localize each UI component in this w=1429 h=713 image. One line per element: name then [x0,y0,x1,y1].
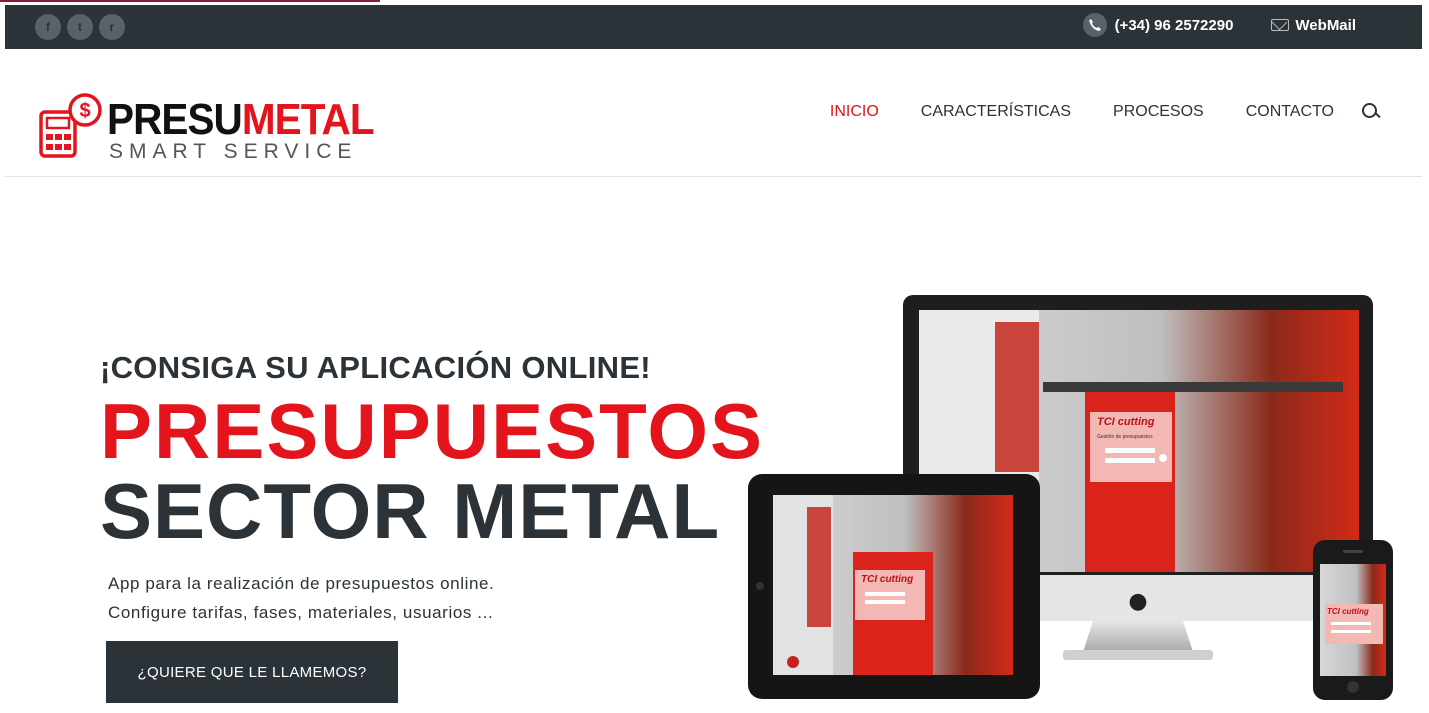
rss-icon[interactable]: r [99,14,125,40]
screen-brand-ipad: TCI cutting [861,574,913,585]
mail-icon [1271,19,1290,31]
svg-text:$: $ [79,100,90,122]
site-header: $ PRESUMETAL SMART SERVICE INICIO CARACT… [5,49,1422,177]
top-accent-line [0,0,380,2]
hero-title-line1: PRESUPUESTOS [100,387,765,475]
phone-icon [1082,13,1107,37]
nav-item-inicio[interactable]: INICIO [830,103,879,121]
nav-item-procesos[interactable]: PROCESOS [1113,103,1204,121]
hero-description-line1: App para la realización de presupuestos … [108,574,495,593]
contact-info: (+34) 96 2572290 WebMail [1082,13,1356,37]
main-nav: INICIO CARACTERÍSTICAS PROCESOS CONTACTO [788,101,1382,123]
phone-number[interactable]: (+34) 96 2572290 [1115,17,1234,34]
hero-description: App para la realización de presupuestos … [108,569,494,627]
ipad-device: TCI cutting [748,474,1040,699]
facebook-icon[interactable]: f [35,14,61,40]
twitter-icon[interactable]: t [67,14,93,40]
devices-mockup: TCI cutting Gestión de presupuestos ● TC… [748,295,1393,700]
nav-item-caracteristicas[interactable]: CARACTERÍSTICAS [921,103,1071,121]
screen-brand-iphone: TCI cutting [1327,607,1369,616]
search-icon[interactable] [1360,101,1382,123]
hero-tagline: ¡CONSIGA SU APLICACIÓN ONLINE! [100,350,651,385]
logo-word-dark: PRESU [107,95,243,144]
nav-item-contacto[interactable]: CONTACTO [1246,103,1334,121]
social-links: f t r [35,14,125,40]
hero-title-line2: SECTOR METAL [100,467,721,555]
logo-subtitle: SMART SERVICE [109,140,358,163]
logo-word-red: METAL [241,95,375,144]
webmail-link[interactable]: WebMail [1295,17,1356,34]
screen-brand-imac: TCI cutting [1097,416,1155,428]
call-me-button[interactable]: ¿QUIERE QUE LE LLAMEMOS? [106,641,398,703]
logo[interactable]: $ PRESUMETAL SMART SERVICE [39,93,375,166]
logo-wordmark: PRESUMETAL [107,95,375,144]
top-bar: f t r (+34) 96 2572290 WebMail [5,5,1422,49]
screen-panel-title-imac: Gestión de presupuestos [1097,434,1153,440]
iphone-device: TCI cutting [1313,540,1393,700]
apple-logo-icon: ● [1128,589,1147,614]
hero-description-line2: Configure tarifas, fases, materiales, us… [108,603,494,622]
calculator-dollar-icon: $ [39,93,102,158]
